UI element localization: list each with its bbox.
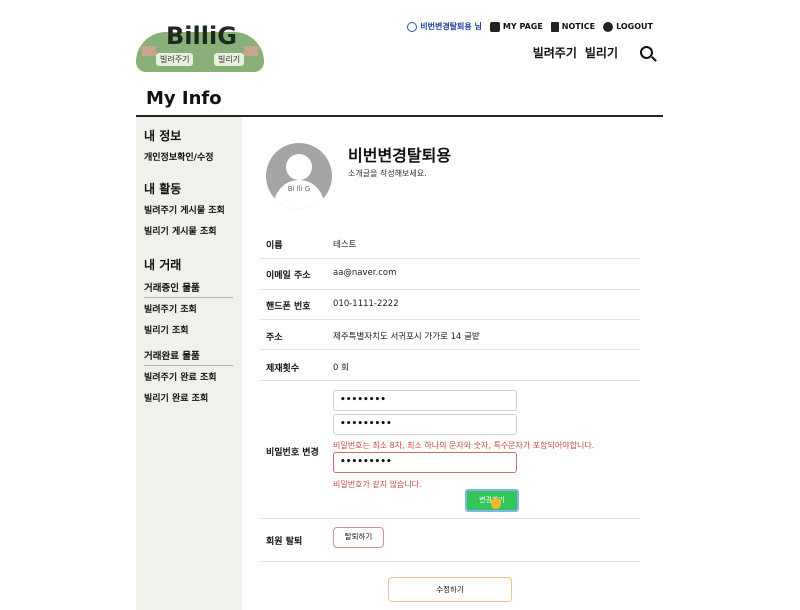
logout-label: LOGOUT [616, 22, 653, 31]
sidebar-item-profile-edit[interactable]: 개인정보확인/수정 [144, 150, 214, 163]
phone-value: 010-1111-2222 [333, 299, 399, 309]
smile-icon [407, 21, 418, 32]
sidebar-item-lend-posts[interactable]: 빌려주기 게시물 조회 [144, 203, 225, 216]
my-page-label: MY PAGE [502, 22, 543, 31]
main-nav: 빌려주기 빌리기 [533, 44, 653, 61]
edit-button[interactable]: 수정하기 [388, 577, 512, 602]
user-name: 비번변경탈퇴용 님 [420, 22, 482, 31]
avatar-text: Bi lli G [287, 185, 311, 193]
avatar-head [286, 154, 312, 180]
sidebar: 내 정보 개인정보확인/수정 내 활동 빌려주기 게시물 조회 빌리기 게시물 … [136, 117, 242, 610]
logout-icon [603, 21, 614, 32]
address-value: 제주특별자치도 서귀포시 가가로 14 글밭 [333, 332, 480, 342]
sidebar-subsection-in-progress: 거래중인 물품 [144, 280, 233, 298]
sidebar-section-trades: 내 거래 [144, 258, 182, 272]
sidebar-item-borrow-in-progress[interactable]: 빌리기 조회 [144, 323, 189, 336]
sidebar-section-my-info: 내 정보 [144, 129, 182, 143]
email-value: aa@naver.com [333, 268, 397, 278]
sanction-value: 0 회 [333, 363, 349, 373]
row-divider [260, 319, 640, 320]
logo-tag-borrow: 빌리기 [214, 53, 245, 66]
row-divider [260, 380, 640, 381]
password-rule-message: 비밀번호는 최소 8자, 최소 하나의 문자와 숫자, 특수문자가 포함되어야합… [333, 441, 595, 450]
intro-text[interactable]: 소개글을 작성해보세요. [348, 168, 427, 179]
nav-lend[interactable]: 빌려주기 [533, 44, 577, 61]
billig-logo[interactable]: BilliG 빌려주기 빌리기 [136, 22, 264, 72]
new-password-input[interactable]: ••••••••• [333, 414, 517, 435]
hand-cursor-icon [491, 498, 501, 509]
withdraw-button[interactable]: 탈퇴하기 [333, 527, 384, 548]
name-label: 이름 [266, 241, 283, 251]
email-label: 이메일 주소 [266, 271, 311, 281]
logo-title: BilliG [166, 22, 237, 50]
clipboard-icon [550, 21, 559, 32]
sanction-label: 제재횟수 [266, 364, 300, 374]
phone-label: 핸드폰 번호 [266, 302, 311, 312]
current-password-input[interactable]: •••••••• [333, 390, 517, 411]
logo-tag-lend: 빌려주기 [156, 53, 194, 66]
top-utility-links: 비번변경탈퇴용 님 MY PAGE NOTICE LOGOUT [407, 21, 653, 32]
page: BilliG 빌려주기 빌리기 비번변경탈퇴용 님 MY PAGE NOTICE… [0, 0, 800, 610]
my-page-link[interactable]: MY PAGE [489, 21, 543, 32]
name-value: 테스트 [333, 240, 357, 250]
logo-house-icon [142, 46, 156, 56]
avatar[interactable]: Bi lli G [266, 143, 332, 209]
page-title: My Info [146, 88, 222, 109]
logout-link[interactable]: LOGOUT [603, 21, 653, 32]
nav-borrow[interactable]: 빌리기 [585, 44, 618, 61]
sidebar-item-borrow-done[interactable]: 빌리기 완료 조회 [144, 391, 208, 404]
withdraw-label: 회원 탈퇴 [266, 537, 303, 547]
sidebar-item-lend-in-progress[interactable]: 빌려주기 조회 [144, 302, 197, 315]
user-greeting[interactable]: 비번변경탈퇴용 님 [407, 21, 482, 32]
person-icon [489, 21, 500, 32]
address-label: 주소 [266, 333, 283, 343]
nickname: 비번변경탈퇴용 [348, 146, 452, 165]
notice-label: NOTICE [561, 22, 596, 31]
password-label: 비밀번호 변경 [266, 448, 319, 458]
password-mismatch-message: 비밀번호가 같지 않습니다. [333, 480, 422, 489]
sidebar-subsection-done: 거래완료 물품 [144, 348, 233, 366]
row-divider [260, 561, 640, 562]
row-divider [260, 289, 640, 290]
row-divider [260, 349, 640, 350]
search-icon[interactable] [640, 46, 653, 59]
logo-house-icon [244, 46, 258, 56]
notice-link[interactable]: NOTICE [550, 21, 596, 32]
sidebar-item-borrow-posts[interactable]: 빌리기 게시물 조회 [144, 224, 217, 237]
sidebar-section-activity: 내 활동 [144, 182, 182, 196]
sidebar-item-lend-done[interactable]: 빌려주기 완료 조회 [144, 370, 217, 383]
confirm-password-input[interactable]: ••••••••• [333, 452, 517, 473]
row-divider [260, 518, 640, 519]
row-divider [260, 258, 640, 259]
